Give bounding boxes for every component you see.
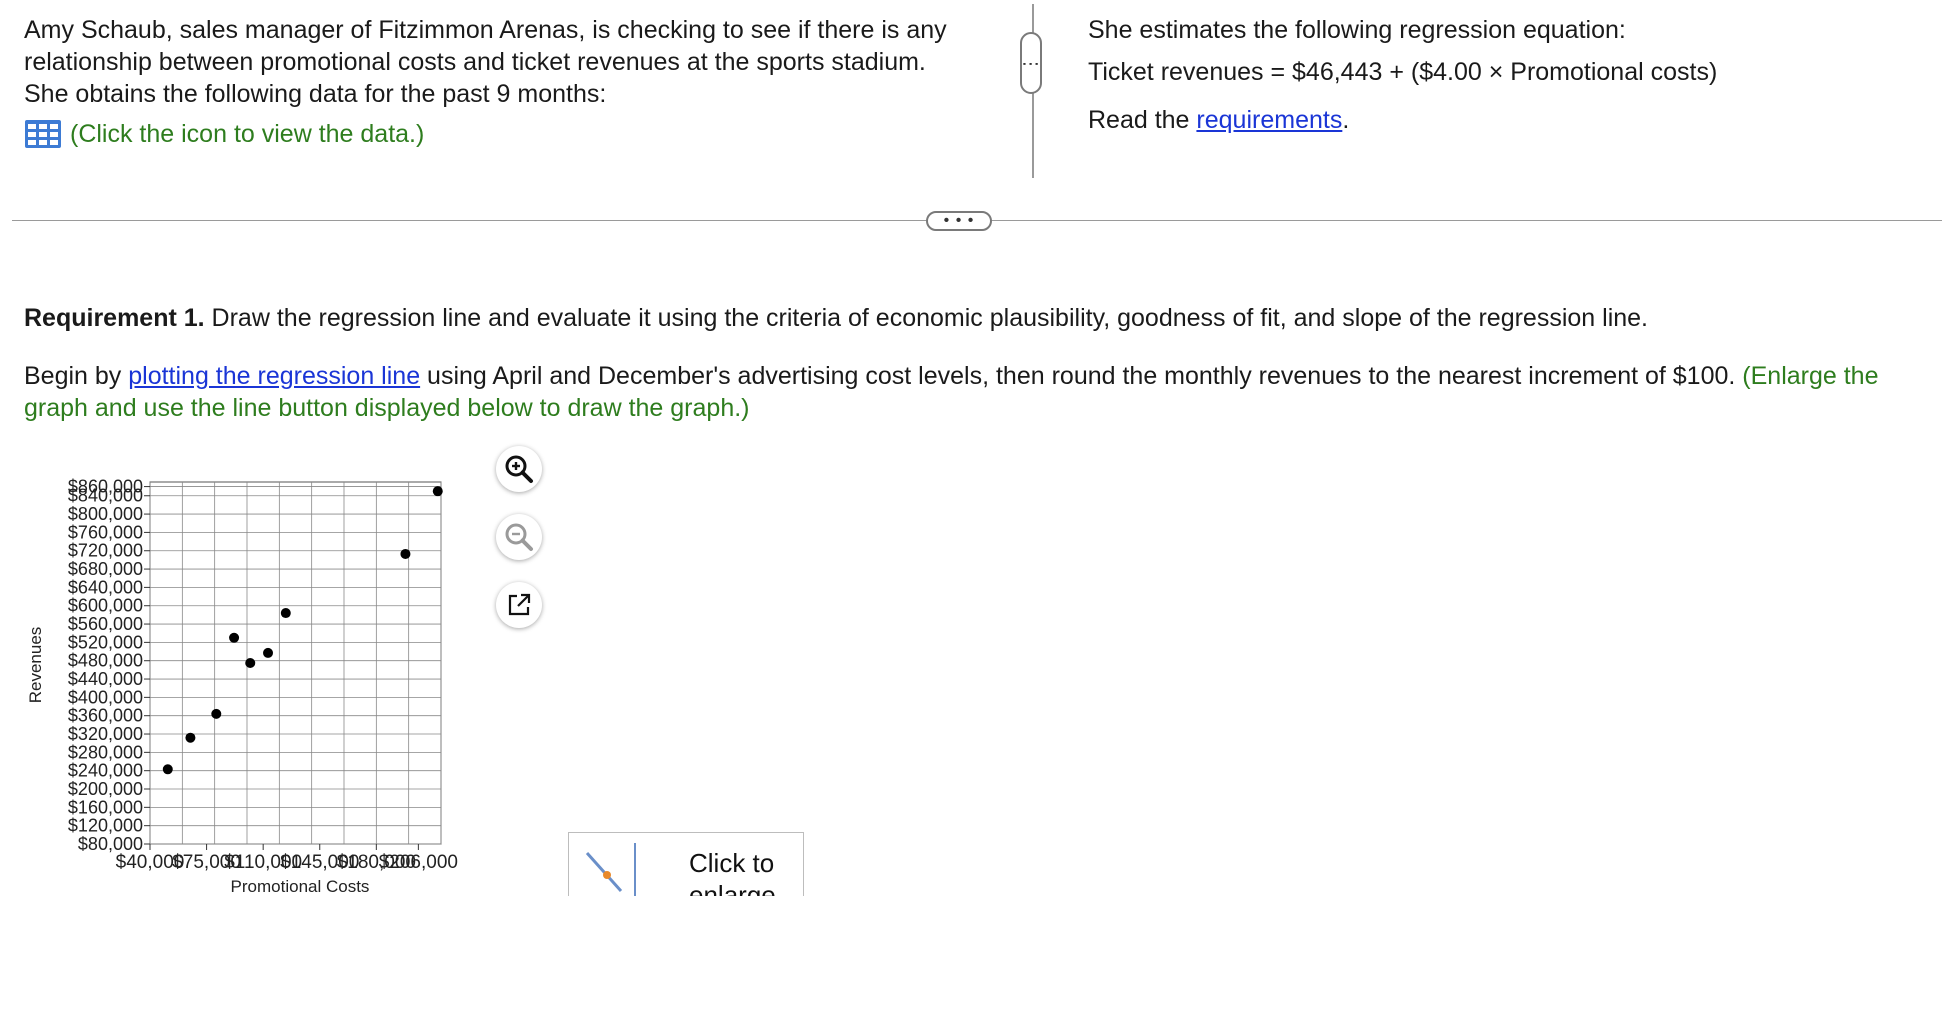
y-tick-label: $640,000 [68, 577, 143, 597]
x-tick-label: $206,000 [379, 852, 458, 873]
requirement-1: Requirement 1. Draw the regression line … [24, 302, 1924, 334]
zoom-in-button[interactable] [496, 446, 542, 492]
horizontal-resize-handle[interactable]: • • • [926, 211, 992, 231]
data-point [280, 608, 291, 619]
y-tick-label: $240,000 [68, 761, 143, 781]
table-grid-icon[interactable] [24, 119, 62, 149]
instruction-prefix: Begin by [24, 362, 129, 390]
zoom-in-icon [505, 455, 533, 483]
chart-grid [149, 481, 442, 845]
popout-icon [508, 593, 531, 616]
data-point [162, 764, 173, 775]
read-suffix: . [1342, 106, 1350, 134]
y-tick-label: $360,000 [68, 706, 143, 726]
estimate-text: She estimates the following regression e… [1088, 16, 1626, 44]
x-axis-ticks: $40,000$75,000$110,000$145,000$180,000$2… [116, 844, 458, 873]
line-tool-icon [585, 843, 636, 896]
data-point [185, 732, 196, 743]
x-axis-label: Promotional Costs [231, 877, 370, 896]
data-point [229, 632, 240, 643]
y-tick-label: $280,000 [68, 742, 143, 762]
instruction-middle: using April and December's advertising c… [420, 362, 1743, 390]
intro-panel: Amy Schaub, sales manager of Fitzimmon A… [24, 14, 964, 110]
plot-instruction: Begin by plotting the regression line us… [24, 360, 1924, 424]
y-tick-label: $560,000 [68, 614, 143, 634]
y-tick-label: $480,000 [68, 651, 143, 671]
requirement-1-text: Draw the regression line and evaluate it… [204, 304, 1649, 332]
data-point [432, 486, 443, 497]
intro-text: Amy Schaub, sales manager of Fitzimmon A… [24, 16, 947, 108]
read-requirements: Read the requirements. [1088, 104, 1918, 136]
popout-button[interactable] [496, 582, 542, 628]
plot-frame [149, 481, 442, 845]
requirements-link[interactable]: requirements [1196, 106, 1342, 134]
y-axis-label: Revenues [26, 627, 45, 704]
view-data-label[interactable]: (Click the icon to view the data.) [70, 118, 424, 150]
enlarge-graph-button[interactable]: Click to enlarge [568, 832, 804, 896]
vertical-resize-handle[interactable]: ⋮ [1020, 32, 1042, 94]
y-tick-label: $800,000 [68, 504, 143, 524]
y-tick-label: $200,000 [68, 779, 143, 799]
y-tick-label: $160,000 [68, 797, 143, 817]
regression-equation: Ticket revenues = $46,443 + ($4.00 × Pro… [1088, 58, 1718, 86]
y-tick-label: $320,000 [68, 724, 143, 744]
y-axis-ticks: $80,000$120,000$160,000$200,000$240,000$… [68, 477, 150, 854]
plotting-regression-line-link[interactable]: plotting the regression line [128, 362, 420, 390]
data-point [263, 647, 274, 658]
read-prefix: Read the [1088, 106, 1197, 134]
enlarge-label[interactable]: Click to enlarge [689, 847, 803, 896]
y-tick-label: $680,000 [68, 559, 143, 579]
zoom-out-button[interactable] [496, 514, 542, 560]
zoom-out-icon [505, 523, 533, 551]
y-tick-label: $520,000 [68, 632, 143, 652]
chart-area: $80,000 $120,000 $160,000 $200,000 $240,000 $… [0, 460, 500, 905]
y-tick-label: $860,000 [68, 477, 143, 497]
y-tick-label: $440,000 [68, 669, 143, 689]
scatter-chart[interactable]: $80,000$120,000$160,000$200,000$240,000$… [0, 460, 500, 900]
y-tick-label: $720,000 [68, 541, 143, 561]
data-point [400, 548, 411, 559]
y-tick-label: $600,000 [68, 596, 143, 616]
data-points [162, 486, 443, 775]
data-point [211, 708, 222, 719]
data-point [245, 658, 256, 668]
requirement-1-label: Requirement 1. [24, 304, 205, 332]
y-tick-label: $760,000 [68, 522, 143, 542]
view-data-link[interactable]: (Click the icon to view the data.) [24, 118, 424, 150]
y-tick-label: $400,000 [68, 687, 143, 707]
y-tick-label: $120,000 [68, 816, 143, 836]
regression-panel: She estimates the following regression e… [1088, 14, 1918, 146]
y-tick-label: $80,000 [78, 834, 143, 854]
